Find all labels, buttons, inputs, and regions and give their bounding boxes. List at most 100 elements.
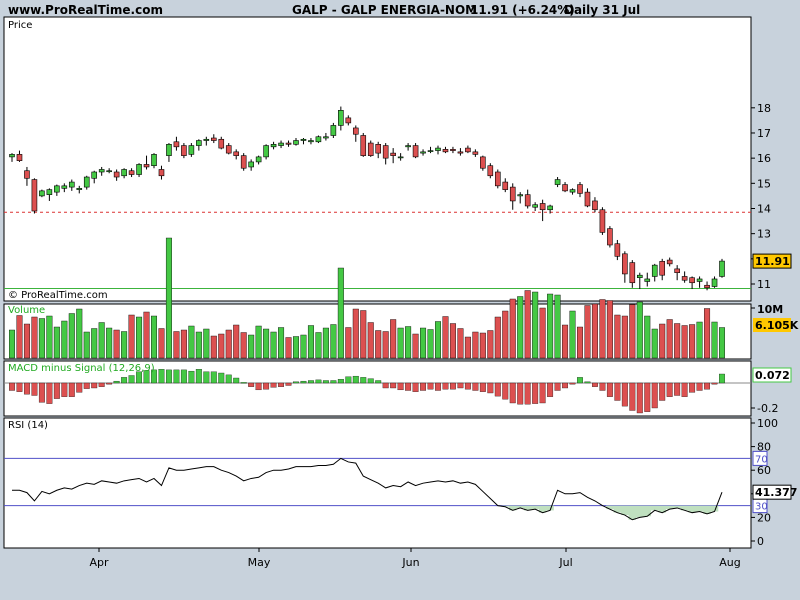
price-candle[interactable]: [188, 145, 195, 155]
volume-bar[interactable]: [554, 294, 561, 359]
price-candle[interactable]: [577, 184, 583, 194]
volume-bar[interactable]: [76, 308, 83, 359]
volume-bar[interactable]: [517, 296, 524, 359]
volume-bar[interactable]: [307, 325, 314, 359]
volume-bar[interactable]: [420, 327, 427, 359]
macd-bar[interactable]: [487, 382, 494, 394]
macd-bar[interactable]: [569, 382, 576, 385]
macd-bar[interactable]: [479, 382, 486, 392]
macd-bar[interactable]: [248, 382, 255, 387]
macd-bar[interactable]: [524, 382, 531, 405]
macd-bar[interactable]: [188, 370, 195, 384]
price-candle[interactable]: [502, 181, 509, 190]
price-candle[interactable]: [487, 165, 494, 177]
price-candle[interactable]: [405, 145, 411, 148]
macd-bar[interactable]: [300, 380, 307, 384]
price-candle[interactable]: [323, 136, 329, 139]
price-candle[interactable]: [285, 142, 292, 145]
macd-bar[interactable]: [599, 382, 606, 391]
volume-bar[interactable]: [255, 325, 262, 359]
price-candle[interactable]: [494, 171, 501, 187]
price-candle[interactable]: [136, 164, 142, 175]
price-candle[interactable]: [704, 284, 710, 289]
volume-bar[interactable]: [278, 327, 285, 359]
volume-bar[interactable]: [158, 328, 165, 359]
macd-bar[interactable]: [606, 382, 613, 397]
price-candle[interactable]: [427, 150, 434, 152]
price-candle[interactable]: [278, 142, 284, 146]
price-candle[interactable]: [569, 189, 576, 193]
price-candle[interactable]: [629, 262, 636, 284]
volume-bar[interactable]: [711, 321, 718, 359]
macd-bar[interactable]: [180, 369, 187, 384]
price-candle[interactable]: [240, 155, 247, 169]
macd-bar[interactable]: [315, 379, 322, 384]
price-candle[interactable]: [397, 156, 404, 159]
macd-bar[interactable]: [121, 377, 128, 384]
volume-bar[interactable]: [405, 326, 412, 359]
price-candle[interactable]: [308, 140, 314, 143]
price-candle[interactable]: [472, 151, 479, 155]
volume-bar[interactable]: [562, 324, 569, 359]
volume-bar[interactable]: [61, 320, 68, 359]
volume-bar[interactable]: [674, 323, 681, 359]
macd-bar[interactable]: [547, 382, 554, 397]
macd-bar[interactable]: [195, 369, 202, 384]
volume-bar[interactable]: [91, 328, 98, 359]
volume-bar[interactable]: [203, 328, 210, 359]
volume-bar[interactable]: [577, 326, 584, 359]
volume-bar[interactable]: [584, 305, 591, 359]
volume-bar[interactable]: [621, 315, 628, 359]
price-candle[interactable]: [509, 186, 516, 202]
macd-bar[interactable]: [68, 382, 75, 397]
volume-bar[interactable]: [547, 293, 554, 359]
price-candle[interactable]: [547, 205, 553, 211]
price-candle[interactable]: [412, 145, 419, 158]
price-candle[interactable]: [420, 151, 426, 154]
price-candle[interactable]: [128, 170, 135, 175]
volume-bar[interactable]: [636, 301, 643, 359]
price-panel[interactable]: [3, 16, 752, 302]
macd-bar[interactable]: [696, 382, 703, 391]
volume-bar[interactable]: [666, 319, 673, 359]
price-candle[interactable]: [689, 277, 695, 284]
macd-bar[interactable]: [345, 376, 352, 384]
macd-bar[interactable]: [263, 382, 270, 390]
volume-bar[interactable]: [173, 331, 180, 359]
price-candle[interactable]: [614, 243, 621, 257]
macd-bar[interactable]: [442, 382, 449, 390]
price-candle[interactable]: [681, 276, 688, 281]
price-candle[interactable]: [173, 141, 180, 148]
price-candle[interactable]: [24, 170, 30, 179]
volume-bar[interactable]: [121, 331, 128, 359]
volume-bar[interactable]: [330, 324, 337, 359]
macd-bar[interactable]: [517, 382, 524, 405]
price-candle[interactable]: [442, 149, 449, 153]
macd-bar[interactable]: [494, 382, 501, 397]
macd-bar[interactable]: [464, 382, 471, 390]
volume-bar[interactable]: [195, 331, 202, 359]
price-candle[interactable]: [517, 194, 524, 197]
price-candle[interactable]: [16, 154, 23, 161]
volume-bar[interactable]: [315, 332, 322, 359]
macd-bar[interactable]: [83, 382, 90, 389]
volume-bar[interactable]: [53, 326, 60, 359]
price-candle[interactable]: [121, 169, 127, 177]
price-candle[interactable]: [113, 171, 120, 178]
volume-bar[interactable]: [382, 331, 389, 359]
price-candle[interactable]: [711, 278, 718, 287]
price-candle[interactable]: [166, 144, 172, 156]
volume-bar[interactable]: [569, 310, 576, 359]
price-candle[interactable]: [338, 110, 344, 126]
price-candle[interactable]: [91, 171, 98, 179]
chart-area[interactable]: Price1112131415161718© ProRealTime.com11…: [0, 0, 800, 600]
macd-bar[interactable]: [76, 382, 83, 393]
price-candle[interactable]: [524, 194, 531, 207]
macd-bar[interactable]: [233, 377, 240, 384]
price-candle[interactable]: [46, 189, 53, 195]
macd-bar[interactable]: [509, 382, 516, 404]
price-candle[interactable]: [584, 191, 591, 207]
price-candle[interactable]: [31, 179, 38, 212]
volume-bar[interactable]: [180, 329, 187, 359]
macd-bar[interactable]: [390, 382, 397, 389]
